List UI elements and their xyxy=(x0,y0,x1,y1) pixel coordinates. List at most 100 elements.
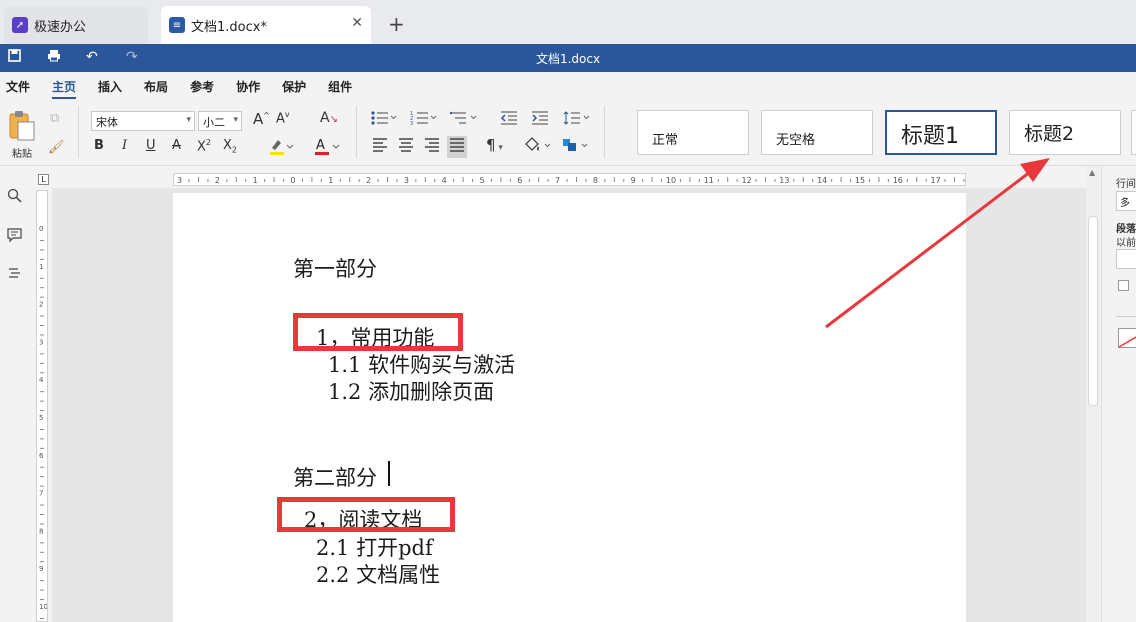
increase-indent-icon[interactable] xyxy=(531,110,549,130)
tab-stop-selector[interactable]: L xyxy=(38,174,49,185)
ribbon-toolbar: 粘贴 ⧉ 🖌 宋体 ▾ 小二 ▾ A^ Av A↘ B I U A X2 X2 A … xyxy=(0,100,1136,166)
justify-icon[interactable] xyxy=(447,136,467,158)
svg-text:8: 8 xyxy=(593,176,598,185)
text-cursor xyxy=(388,461,390,486)
svg-text:0: 0 xyxy=(290,176,295,185)
title-bar: ↶ ↷ 文档1.docx xyxy=(0,44,1136,72)
shading-icon[interactable] xyxy=(523,136,553,158)
bullet-list-icon[interactable] xyxy=(370,110,398,130)
separator xyxy=(356,106,357,158)
align-left-icon[interactable] xyxy=(372,138,388,156)
horizontal-ruler[interactable]: 3 2 1 0 1 2 3 4 5 6 7 8 9 10 11 12 13 14 15 16 17 xyxy=(173,173,966,186)
italic-icon[interactable]: I xyxy=(122,138,127,153)
line-spacing-label: 行间 xyxy=(1116,179,1136,190)
subscript-icon[interactable]: X2 xyxy=(223,138,237,155)
menu-plugins[interactable]: 组件 xyxy=(328,74,352,99)
menu-insert[interactable]: 插入 xyxy=(98,74,122,99)
highlight-color-icon[interactable] xyxy=(268,136,294,160)
tab-bar: ➚ 极速办公 ≡ 文档1.docx* ✕ + xyxy=(0,0,1136,44)
svg-text:3: 3 xyxy=(39,338,43,346)
style-heading2[interactable]: 标题2 xyxy=(1009,110,1121,155)
svg-text:9: 9 xyxy=(631,176,636,185)
change-case-icon[interactable]: A↘ xyxy=(320,110,338,126)
vertical-ruler[interactable]: 01234567891011 xyxy=(36,190,48,622)
line-spacing-select[interactable]: 多 xyxy=(1116,191,1136,211)
left-sidebar xyxy=(0,166,30,622)
menu-bar: 文件 主页 插入 布局 参考 协作 保护 组件 xyxy=(0,72,1136,100)
increase-font-icon[interactable]: A^ xyxy=(253,110,270,128)
svg-text:2: 2 xyxy=(366,176,371,185)
font-size-select[interactable]: 小二 ▾ xyxy=(198,111,242,131)
copy-icon[interactable]: ⧉ xyxy=(50,111,59,126)
doc-line-part1[interactable]: 第一部分 xyxy=(293,253,377,283)
paragraph-settings-panel: 行间 多 段落 以前 xyxy=(1101,166,1136,622)
doc-line-item-1-1[interactable]: 1.1 软件购买与激活 xyxy=(328,349,515,379)
strikethrough-icon[interactable]: A xyxy=(172,138,181,153)
align-center-icon[interactable] xyxy=(398,138,414,156)
style-no-spacing[interactable]: 无空格 xyxy=(761,110,873,155)
doc-line-item-2-1[interactable]: 2.1 打开pdf xyxy=(316,532,433,562)
close-icon[interactable]: ✕ xyxy=(351,15,363,31)
chevron-down-icon: ▾ xyxy=(186,115,191,125)
scroll-thumb[interactable] xyxy=(1088,216,1098,406)
svg-text:5: 5 xyxy=(39,414,43,422)
paragraph-marks-icon[interactable]: ¶ ▾ xyxy=(486,136,503,154)
line-spacing-icon[interactable] xyxy=(563,110,591,130)
menu-home[interactable]: 主页 xyxy=(52,74,77,99)
style-heading1-label: 标题1 xyxy=(901,124,959,149)
tab-app-label: 极速办公 xyxy=(34,19,87,35)
checkbox[interactable] xyxy=(1118,280,1129,291)
menu-file[interactable]: 文件 xyxy=(6,74,30,99)
svg-text:12: 12 xyxy=(742,176,752,185)
style-heading1[interactable]: 标题1 xyxy=(885,110,997,155)
superscript-icon[interactable]: X2 xyxy=(197,138,211,154)
menu-references[interactable]: 参考 xyxy=(190,74,214,99)
borders-icon[interactable] xyxy=(562,136,590,158)
font-color-icon[interactable]: A xyxy=(314,136,340,160)
decrease-font-icon[interactable]: Av xyxy=(276,110,290,126)
vertical-scrollbar[interactable]: ▲ xyxy=(1086,166,1100,622)
rocket-icon: ➚ xyxy=(12,17,28,33)
svg-text:4: 4 xyxy=(442,176,447,185)
tab-app-home[interactable]: ➚ 极速办公 xyxy=(4,6,148,44)
doc-line-item-2-2[interactable]: 2.2 文档属性 xyxy=(316,559,440,589)
before-label: 以前 xyxy=(1116,238,1136,249)
search-icon[interactable] xyxy=(7,188,22,207)
multilevel-list-icon[interactable] xyxy=(449,110,478,130)
comment-icon[interactable] xyxy=(7,228,22,247)
style-more[interactable] xyxy=(1131,110,1136,155)
style-normal[interactable]: 正常 xyxy=(637,110,749,155)
style-heading2-label: 标题2 xyxy=(1024,123,1075,145)
underline-icon[interactable]: U xyxy=(146,138,156,153)
svg-text:6: 6 xyxy=(517,176,522,185)
format-painter-icon[interactable]: 🖌 xyxy=(48,140,65,155)
bold-icon[interactable]: B xyxy=(94,138,104,153)
ruler-ticks: 3 2 1 0 1 2 3 4 5 6 7 8 9 10 11 12 13 14 15 16 17 xyxy=(177,176,965,185)
doc-line-item-1-2[interactable]: 1.2 添加删除页面 xyxy=(328,376,494,406)
style-normal-label: 正常 xyxy=(652,133,679,148)
svg-text:15: 15 xyxy=(855,176,865,185)
separator xyxy=(1116,316,1136,317)
svg-text:A: A xyxy=(316,138,325,153)
tab-document[interactable]: ≡ 文档1.docx* ✕ xyxy=(161,6,371,44)
scroll-up-icon[interactable]: ▲ xyxy=(1089,168,1095,177)
paste-button[interactable] xyxy=(8,110,36,146)
doc-line-part2[interactable]: 第二部分 xyxy=(293,462,377,492)
style-no-spacing-label: 无空格 xyxy=(776,133,816,148)
decrease-indent-icon[interactable] xyxy=(500,110,518,130)
menu-layout[interactable]: 布局 xyxy=(144,74,168,99)
align-right-icon[interactable] xyxy=(424,138,440,156)
background-color-swatch[interactable] xyxy=(1118,328,1136,348)
navigation-icon[interactable] xyxy=(7,266,22,285)
document-page[interactable] xyxy=(173,193,966,622)
document-title: 文档1.docx xyxy=(535,52,601,66)
svg-text:13: 13 xyxy=(779,176,789,185)
svg-text:6: 6 xyxy=(39,452,44,460)
ruler-ticks: 01234567891011 xyxy=(39,225,48,619)
menu-protection[interactable]: 保护 xyxy=(282,74,306,99)
spacing-before-input[interactable] xyxy=(1116,249,1136,269)
numbered-list-icon[interactable]: 123 xyxy=(410,110,438,130)
font-name-select[interactable]: 宋体 ▾ xyxy=(91,111,195,131)
menu-collaboration[interactable]: 协作 xyxy=(236,74,260,99)
new-tab-button[interactable]: + xyxy=(388,12,405,36)
